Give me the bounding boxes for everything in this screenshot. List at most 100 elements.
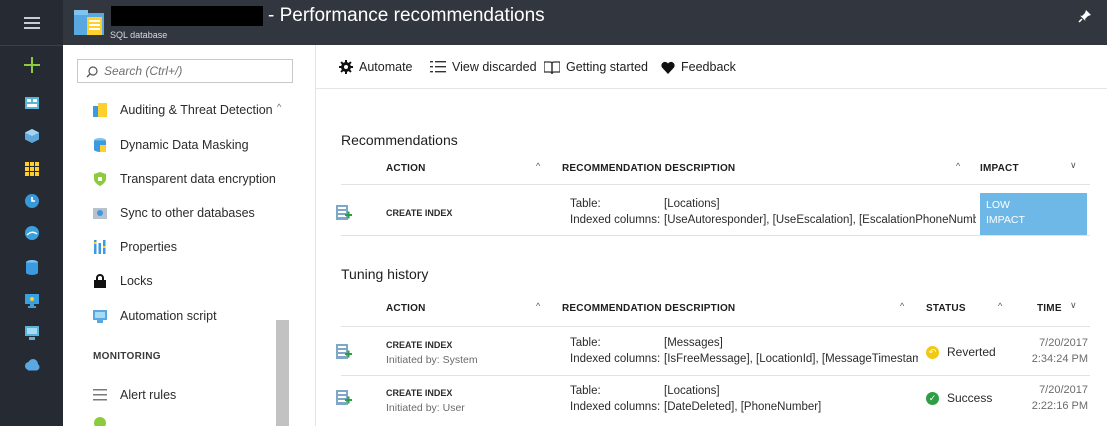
sort-description-icon[interactable]: ^ [900, 301, 904, 311]
vm-icon[interactable] [0, 318, 63, 348]
left-nav [0, 0, 63, 426]
getting-started-label: Getting started [566, 60, 648, 74]
action-text: CREATE INDEX [386, 208, 453, 218]
menu-item-label: Automation script [120, 309, 217, 323]
indexed-columns-label: Indexed columns: [570, 353, 661, 365]
menu-item-label: Properties [120, 240, 177, 254]
feedback-button[interactable]: Feedback [661, 59, 736, 75]
globe-icon[interactable] [0, 218, 63, 248]
menu-item-label: Alert rules [120, 388, 177, 402]
search-icon [86, 65, 98, 83]
monitoring-heading: MONITORING [93, 351, 161, 362]
table-label: Table: [570, 198, 601, 210]
nav-separator [0, 45, 63, 46]
list-icon [430, 61, 446, 73]
sort-action-icon[interactable]: ^ [536, 161, 540, 171]
heart-icon [661, 61, 675, 74]
menu-item-label: Locks [120, 274, 153, 288]
redacted-database-name [111, 6, 263, 26]
menu-item-automation-script[interactable]: Automation script [93, 301, 293, 331]
cube-icon[interactable] [0, 121, 63, 151]
view-discarded-button[interactable]: View discarded [430, 59, 537, 75]
chevron-down-icon[interactable]: ∨ [1070, 160, 1077, 171]
recommendations-heading: Recommendations [341, 132, 458, 148]
getting-started-button[interactable]: Getting started [544, 59, 648, 75]
table-value: [Locations] [664, 198, 720, 210]
chevron-down-icon[interactable]: ∨ [1070, 300, 1077, 311]
sql-db-icon[interactable] [0, 252, 63, 282]
sort-action-icon[interactable]: ^ [536, 301, 540, 311]
menu-item-label: Sync to other databases [120, 206, 255, 220]
timestamp: 7/20/2017 2:22:16 PM [1016, 382, 1088, 414]
indexed-columns-value: [DateDeleted], [PhoneNumber] [664, 401, 822, 413]
create-index-icon [336, 344, 352, 365]
automate-button[interactable]: Automate [339, 59, 413, 75]
dashboard-icon[interactable] [0, 88, 63, 118]
indexed-columns-label: Indexed columns: [570, 214, 661, 226]
alert-rules-icon [93, 388, 107, 402]
resource-type-label: SQL database [110, 30, 168, 40]
row-divider [341, 235, 1090, 236]
pin-icon[interactable] [1078, 9, 1092, 28]
action-text: CREATE INDEX [386, 388, 453, 398]
feedback-label: Feedback [681, 60, 736, 74]
command-bar: Automate View discarded Getting started … [316, 45, 1107, 89]
menu-item-label: Dynamic Data Masking [120, 138, 249, 152]
page-title: - Performance recommendations [268, 5, 545, 26]
menu-item-sync-to-other-databases[interactable]: Sync to other databases [93, 198, 293, 228]
col-action[interactable]: ACTION [386, 163, 426, 174]
col-impact[interactable]: IMPACT [980, 163, 1019, 174]
timestamp: 7/20/2017 2:34:24 PM [1016, 335, 1088, 367]
menu-item-locks[interactable]: Locks [93, 266, 293, 296]
indexed-columns-value: [UseAutoresponder], [UseEscalation], [Es… [664, 214, 976, 226]
menu-item-auditing[interactable]: Auditing & Threat Detection [93, 95, 293, 125]
main-content: Automate View discarded Getting started … [316, 45, 1107, 426]
table-value: [Messages] [664, 337, 723, 349]
create-index-icon [336, 205, 352, 226]
search-input[interactable] [104, 62, 289, 80]
sort-status-icon[interactable]: ^ [998, 301, 1002, 311]
action-text: CREATE INDEX [386, 340, 453, 350]
clock-icon[interactable] [0, 186, 63, 216]
lock-icon [93, 274, 107, 288]
plus-icon[interactable] [0, 50, 63, 80]
view-discarded-label: View discarded [452, 60, 537, 74]
table-label: Table: [570, 385, 601, 397]
book-icon [544, 60, 560, 74]
sql-database-icon [74, 7, 104, 42]
monitor-icon[interactable] [0, 286, 63, 316]
properties-icon [93, 240, 107, 254]
title-bar: - Performance recommendations SQL databa… [63, 0, 1107, 45]
menu-item-transparent-data-encryption[interactable]: Transparent data encryption [93, 164, 293, 194]
time-text: 2:22:16 PM [1031, 400, 1088, 412]
menu-item-alert-rules[interactable]: Alert rules [93, 380, 293, 410]
col-action[interactable]: ACTION [386, 303, 426, 314]
menu-item-partial[interactable] [93, 414, 293, 426]
status-badge: ↶ Reverted [926, 345, 996, 359]
table-value: [Locations] [664, 385, 720, 397]
partial-item-icon [93, 414, 107, 426]
success-check-icon: ✓ [926, 391, 939, 405]
initiated-by: Initiated by: System [386, 354, 478, 366]
header-divider [341, 326, 1090, 327]
scroll-up-arrow[interactable]: ^ [277, 102, 281, 112]
table-label: Table: [570, 337, 601, 349]
blade-scrollbar-thumb[interactable] [276, 320, 289, 426]
search-box[interactable] [77, 59, 293, 83]
date-text: 7/20/2017 [1039, 384, 1088, 396]
menu-item-dynamic-data-masking[interactable]: Dynamic Data Masking [93, 130, 293, 160]
cloud-icon[interactable] [0, 350, 63, 380]
sort-description-icon[interactable]: ^ [956, 161, 960, 171]
col-recommendation-description[interactable]: RECOMMENDATION DESCRIPTION [562, 163, 735, 174]
header-divider [341, 184, 1090, 185]
gear-icon [339, 60, 353, 74]
col-time[interactable]: TIME [1037, 303, 1062, 314]
script-icon [93, 309, 107, 323]
menu-item-properties[interactable]: Properties [93, 232, 293, 262]
grid-icon[interactable] [0, 154, 63, 184]
hamburger-icon[interactable] [0, 8, 63, 38]
menu-item-label: Auditing & Threat Detection [120, 103, 273, 117]
reverted-icon: ↶ [926, 345, 939, 359]
col-recommendation-description[interactable]: RECOMMENDATION DESCRIPTION [562, 303, 735, 314]
col-status[interactable]: STATUS [926, 303, 966, 314]
